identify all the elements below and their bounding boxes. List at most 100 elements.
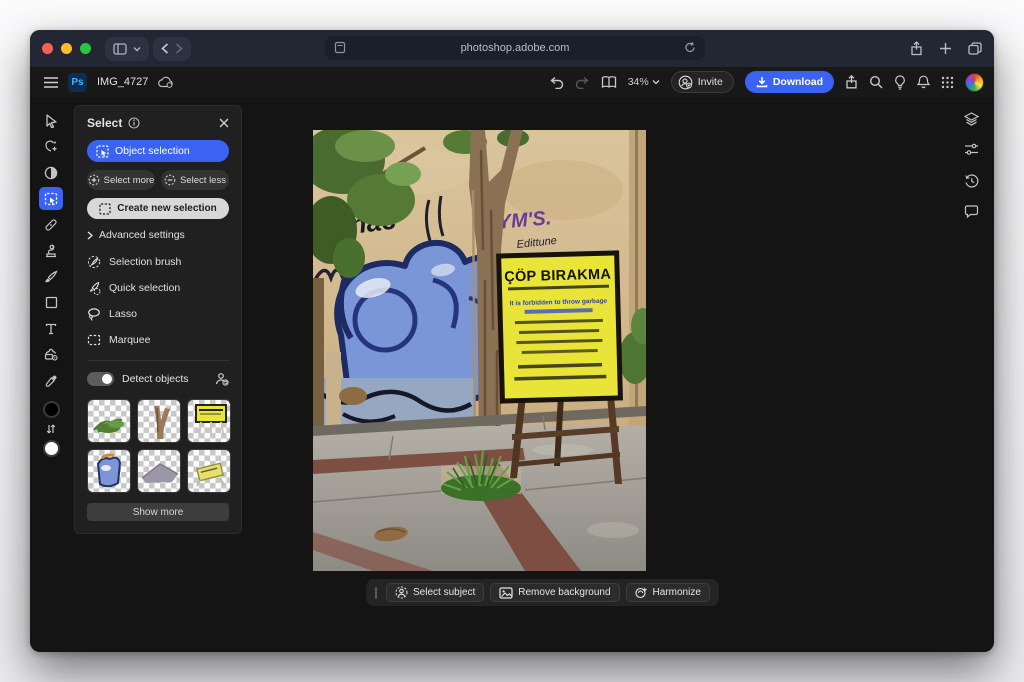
canvas-photo[interactable]: nac SYM'S. Edittune [313, 130, 646, 571]
compare-view-icon[interactable] [601, 76, 617, 89]
clone-stamp-icon [44, 244, 58, 258]
url-text: photoshop.adobe.com [461, 42, 570, 54]
create-new-selection-button[interactable]: Create new selection [87, 198, 229, 219]
tab-overview-icon[interactable] [968, 42, 982, 55]
move-tool[interactable] [39, 109, 63, 132]
detected-object-thumbnail-tilted-sign[interactable] [187, 449, 231, 493]
page-icon [334, 41, 346, 54]
window-controls [42, 43, 91, 54]
new-tab-icon[interactable] [939, 42, 952, 55]
redo-icon[interactable] [575, 76, 590, 89]
chevron-down-icon [133, 46, 141, 52]
show-more-button[interactable]: Show more [87, 503, 229, 521]
detected-object-thumbnail-trunk[interactable] [137, 399, 181, 443]
close-panel-icon[interactable] [219, 118, 229, 128]
minimize-window-button[interactable] [61, 43, 72, 54]
selection-brush-item[interactable]: Selection brush [87, 249, 229, 275]
select-subject-button[interactable]: Select subject [386, 583, 484, 602]
clone-stamp-tool[interactable] [39, 239, 63, 262]
detected-objects-grid [87, 399, 229, 493]
redetect-objects-icon[interactable] [214, 372, 229, 386]
move-cursor-icon [45, 114, 58, 128]
detected-object-thumbnail-sign[interactable] [187, 399, 231, 443]
zoom-window-button[interactable] [80, 43, 91, 54]
undo-icon[interactable] [549, 76, 564, 89]
select-tool[interactable] [39, 187, 63, 210]
select-more-button[interactable]: Select more [87, 170, 155, 190]
detect-objects-row: Detect objects [87, 368, 229, 390]
reload-icon[interactable] [684, 41, 696, 54]
select-less-button[interactable]: Select less [161, 170, 229, 190]
tool-options[interactable] [39, 343, 63, 366]
download-button[interactable]: Download [745, 71, 834, 93]
tool-rail [30, 97, 72, 652]
invite-button[interactable]: Invite [671, 71, 734, 93]
detected-object-thumbnail-plant[interactable] [87, 399, 131, 443]
share-page-icon[interactable] [910, 41, 923, 56]
harmonize-button[interactable]: Harmonize [626, 583, 710, 602]
selection-brush-icon [87, 255, 101, 269]
magic-sparkle-icon [44, 140, 58, 154]
detected-object-thumbnail-slab[interactable] [137, 449, 181, 493]
info-icon[interactable] [128, 117, 140, 129]
object-select-icon [44, 192, 58, 206]
swap-colors-icon[interactable] [46, 422, 56, 436]
shape-tool[interactable] [39, 291, 63, 314]
type-tool[interactable] [39, 317, 63, 340]
properties-panel-button[interactable] [959, 139, 983, 160]
quick-selection-item[interactable]: Quick selection [87, 275, 229, 301]
select-subject-icon [395, 586, 408, 599]
history-panel-button[interactable] [959, 170, 983, 191]
brush-tool[interactable] [39, 265, 63, 288]
sidebar-toggle[interactable] [105, 37, 149, 61]
detected-object-thumbnail-graffiti[interactable] [87, 449, 131, 493]
zoom-level-dropdown[interactable]: 34% [628, 76, 660, 88]
bandage-icon [44, 218, 58, 232]
browser-window: photoshop.adobe.com Ps IMG_4727 34% [30, 30, 994, 652]
cloud-sync-icon [158, 76, 174, 88]
forward-button[interactable] [175, 43, 183, 54]
sign-title: ÇÖP BIRAKMA [504, 266, 612, 286]
spot-heal-tool[interactable] [39, 213, 63, 236]
notifications-bell-icon[interactable] [917, 75, 930, 89]
comments-panel-button[interactable] [959, 201, 983, 222]
address-bar[interactable]: photoshop.adobe.com [325, 36, 705, 60]
background-color-swatch[interactable] [43, 440, 60, 457]
lightbulb-icon[interactable] [894, 75, 906, 90]
adjustment-tool[interactable] [39, 161, 63, 184]
rectangle-icon [45, 296, 58, 309]
right-rail [959, 108, 983, 222]
panel-divider [87, 360, 229, 361]
object-selection-button[interactable]: Object selection [87, 140, 229, 162]
eyedropper-tool[interactable] [39, 369, 63, 392]
history-clock-icon [964, 174, 979, 188]
browser-toolbar: photoshop.adobe.com [30, 30, 994, 67]
back-button[interactable] [161, 43, 169, 54]
lasso-item[interactable]: Lasso [87, 301, 229, 327]
taskbar-grip[interactable] [375, 587, 377, 599]
layers-panel-button[interactable] [959, 108, 983, 129]
type-icon [45, 323, 57, 335]
object-selection-icon [96, 145, 109, 158]
user-avatar[interactable] [965, 73, 984, 92]
detect-objects-label: Detect objects [122, 373, 189, 385]
contextual-taskbar: Select subject Remove background Harmoni… [366, 579, 719, 606]
foreground-color-swatch[interactable] [43, 401, 60, 418]
ai-magic-tool[interactable] [39, 135, 63, 158]
app-header: Ps IMG_4727 34% Invite Download [30, 67, 994, 97]
apps-grid-icon[interactable] [941, 76, 954, 89]
remove-background-icon [499, 587, 513, 599]
quick-selection-icon [87, 281, 101, 295]
share-document-icon[interactable] [845, 75, 858, 89]
close-window-button[interactable] [42, 43, 53, 54]
nav-buttons [153, 37, 191, 61]
contrast-circle-icon [44, 166, 58, 180]
remove-background-button[interactable]: Remove background [490, 583, 619, 602]
advanced-settings-toggle[interactable]: Advanced settings [87, 229, 229, 241]
select-panel: Select Object selection Select more Sele… [74, 105, 242, 534]
search-icon[interactable] [869, 75, 883, 89]
hamburger-menu-icon[interactable] [44, 77, 58, 88]
detect-objects-toggle[interactable] [87, 372, 114, 386]
marquee-item[interactable]: Marquee [87, 327, 229, 353]
photoshop-logo: Ps [68, 73, 87, 92]
